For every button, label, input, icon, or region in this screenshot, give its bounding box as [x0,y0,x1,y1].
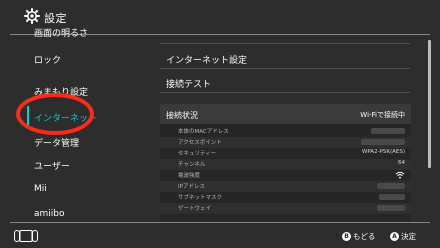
status-row-label: アクセスポイント [178,140,222,146]
connection-status-value: Wi-Fiで接続中 [360,111,405,119]
status-row-ip: IPアドレス [160,181,411,192]
gear-icon [24,8,40,24]
scrollbar[interactable] [428,40,431,168]
sidebar-item-brightness[interactable]: 画面の明るさ [34,26,88,39]
back-label: もどる [353,232,376,241]
content-divider [160,68,410,69]
status-row-label: サブネットマスク [178,195,223,201]
internet-settings-item[interactable]: インターネット設定 [166,53,247,66]
a-button-icon: A [390,232,399,241]
redacted-value [371,128,405,134]
sidebar-item-amiibo[interactable]: amiibo [34,209,65,219]
status-row-signal: 電波強度 [160,170,411,181]
wifi-signal-icon [395,171,405,179]
content-divider [160,43,410,44]
sidebar-item-mii[interactable]: Mii [34,184,47,194]
content-divider [160,92,410,93]
status-row-subnet: サブネットマスク [160,192,411,203]
page-title: 設定 [44,12,67,25]
status-row-access-point: アクセスポイント [160,137,411,148]
status-row-label: 電波強度 [178,173,201,179]
status-row-label: 本体のMACアドレス [178,129,229,135]
redacted-value [377,205,405,211]
redacted-value [379,194,405,200]
sidebar-item-lock[interactable]: ロック [34,53,61,66]
redacted-value [361,139,405,145]
footer-divider [10,222,430,223]
status-row-mac: 本体のMACアドレス [160,126,411,137]
status-row-security: セキュリティー WPA2-PSK(AES) [160,148,411,159]
status-row-value: 64 [398,160,405,166]
back-button[interactable]: B もどる [342,231,375,242]
connection-test-item[interactable]: 接続テスト [166,77,211,90]
sidebar-item-users[interactable]: ユーザー [34,159,70,172]
connection-status-panel: 接続状況 Wi-Fiで接続中 本体のMACアドレス アクセスポイント セキュリテ… [160,104,411,224]
redacted-value [377,183,405,189]
status-row-gateway: ゲートウェイ [160,203,411,214]
b-button-icon: B [342,232,351,241]
ok-label: 決定 [401,232,416,241]
sidebar-item-data-management[interactable]: データ管理 [34,136,79,149]
status-row-label: セキュリティー [178,151,217,157]
console-icon [14,230,38,242]
status-row-channel: チャンネル 64 [160,159,411,170]
ok-button[interactable]: A 決定 [390,231,416,242]
status-row-value: WPA2-PSK(AES) [361,149,405,155]
connection-status-title: 接続状況 [166,111,198,120]
connection-status-header: 接続状況 Wi-Fiで接続中 [160,104,411,124]
status-row-label: ゲートウェイ [178,206,212,212]
status-row-label: IPアドレス [178,184,205,190]
annotation-circle [16,93,94,135]
status-row-label: チャンネル [178,162,206,168]
